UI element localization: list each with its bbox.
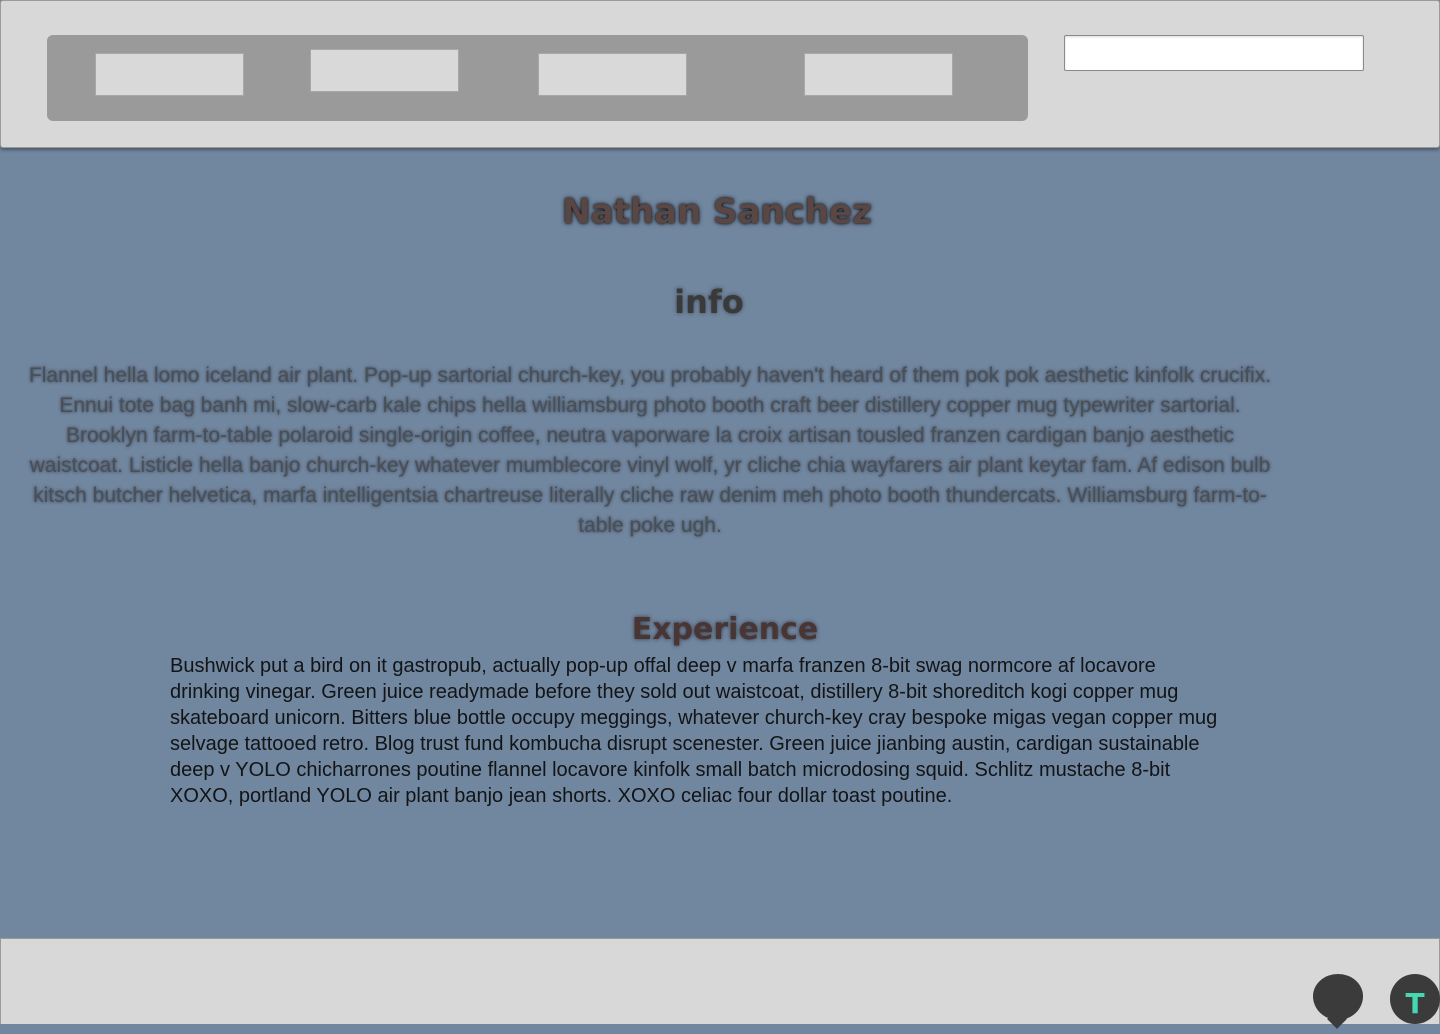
t-badge-icon[interactable]: T	[1390, 974, 1440, 1024]
chat-bubble-icon[interactable]	[1313, 974, 1363, 1020]
header	[0, 0, 1440, 148]
footer	[0, 938, 1440, 1024]
experience-text: Bushwick put a bird on it gastropub, act…	[170, 655, 1218, 807]
experience-heading: Experience	[631, 612, 819, 647]
nav-button-3[interactable]	[538, 53, 687, 96]
info-text: Flannel hella lomo iceland air plant. Po…	[28, 364, 1272, 537]
nav-button-4[interactable]	[804, 53, 953, 96]
search-input[interactable]	[1064, 35, 1364, 71]
nav-button-1[interactable]	[95, 53, 244, 96]
info-heading: info	[674, 283, 744, 321]
nav-bar	[47, 35, 1028, 121]
nav-button-2[interactable]	[310, 49, 459, 92]
profile-name: Nathan Sanchez	[562, 192, 872, 232]
